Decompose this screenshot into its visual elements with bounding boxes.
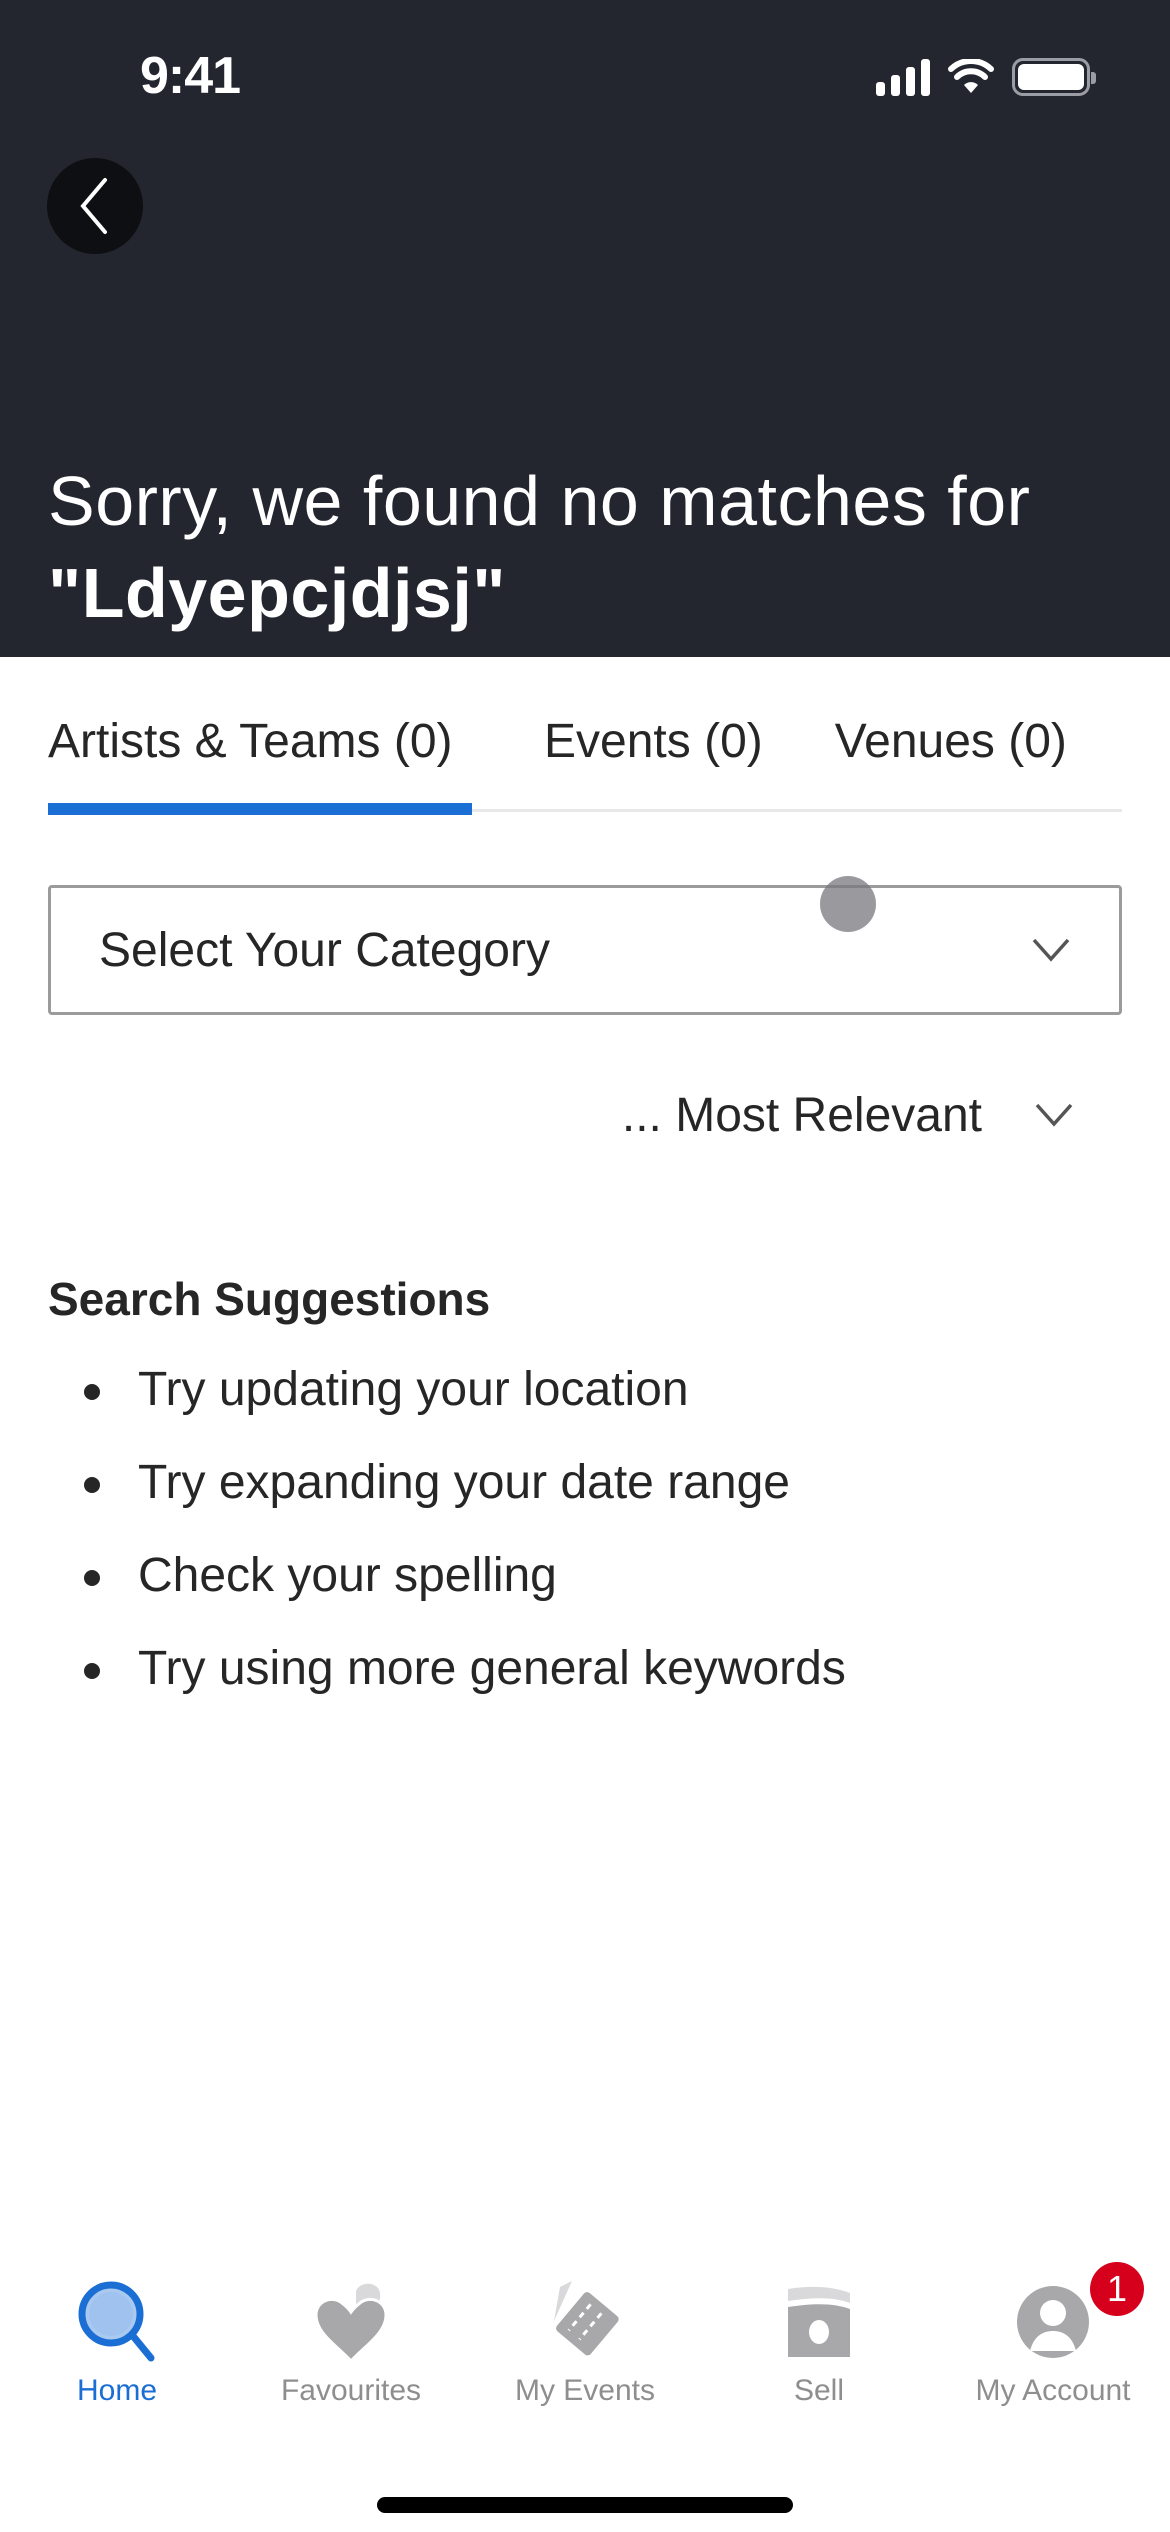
search-query: "Ldyepcjdjsj" xyxy=(48,554,506,632)
tabbar-item-my-account[interactable]: 1 My Account xyxy=(936,2262,1170,2450)
category-select-label: Select Your Category xyxy=(99,923,550,977)
tabbar-item-my-events[interactable]: My Events xyxy=(468,2270,702,2450)
ticket-icon xyxy=(535,2272,635,2372)
tab-events[interactable]: Events (0) xyxy=(544,700,763,812)
tabbar-label: My Account xyxy=(975,2374,1131,2407)
search-icon xyxy=(67,2272,167,2372)
touch-indicator xyxy=(820,876,876,932)
money-icon xyxy=(769,2272,869,2372)
chevron-left-icon xyxy=(80,178,107,234)
tabbar-label: Sell xyxy=(793,2374,845,2407)
wifi-icon xyxy=(948,59,994,93)
signal-icon xyxy=(876,58,930,96)
title-prefix: Sorry, we found no matches for xyxy=(48,462,1031,540)
heart-icon xyxy=(301,2272,401,2372)
account-icon xyxy=(1003,2272,1103,2372)
battery-icon xyxy=(1012,58,1096,96)
result-tabs: Artists & Teams (0) Events (0) Venues (0… xyxy=(48,700,1122,815)
bottom-tab-bar: Home Favourites My Events Sell 1 My Acco… xyxy=(0,2262,1170,2450)
suggestions-title: Search Suggestions xyxy=(48,1273,491,1325)
tabbar-item-favourites[interactable]: Favourites xyxy=(234,2270,468,2450)
chevron-down-icon xyxy=(1035,1103,1073,1127)
tabbar-item-sell[interactable]: Sell xyxy=(702,2270,936,2450)
sort-label: ... Most Relevant xyxy=(621,1088,982,1142)
home-indicator[interactable] xyxy=(377,2497,793,2513)
suggestion-item: Check your spelling xyxy=(48,1546,846,1639)
notification-badge: 1 xyxy=(1090,2262,1144,2316)
tabbar-label: Favourites xyxy=(280,2374,422,2407)
suggestion-item: Try expanding your date range xyxy=(48,1453,846,1546)
tab-venues[interactable]: Venues (0) xyxy=(835,700,1067,812)
tabbar-item-home[interactable]: Home xyxy=(0,2270,234,2450)
suggestions-list: Try updating your location Try expanding… xyxy=(48,1360,846,1732)
results-header: 9:41 Sorry, we found no matches for "Ldy… xyxy=(0,0,1170,657)
chevron-down-icon xyxy=(1032,938,1070,962)
sort-select[interactable]: ... Most Relevant xyxy=(622,1080,1074,1150)
status-icons xyxy=(876,58,1096,96)
suggestion-item: Try updating your location xyxy=(48,1360,846,1453)
back-button[interactable] xyxy=(47,158,143,254)
status-time: 9:41 xyxy=(140,47,241,105)
no-results-title: Sorry, we found no matches for "Ldyepcjd… xyxy=(48,455,1148,639)
tabbar-label: Home xyxy=(76,2374,158,2407)
category-select[interactable]: Select Your Category xyxy=(48,885,1122,1015)
tabbar-label: My Events xyxy=(514,2374,656,2407)
tab-artists-teams[interactable]: Artists & Teams (0) xyxy=(48,700,472,815)
suggestion-item: Try using more general keywords xyxy=(48,1639,846,1732)
